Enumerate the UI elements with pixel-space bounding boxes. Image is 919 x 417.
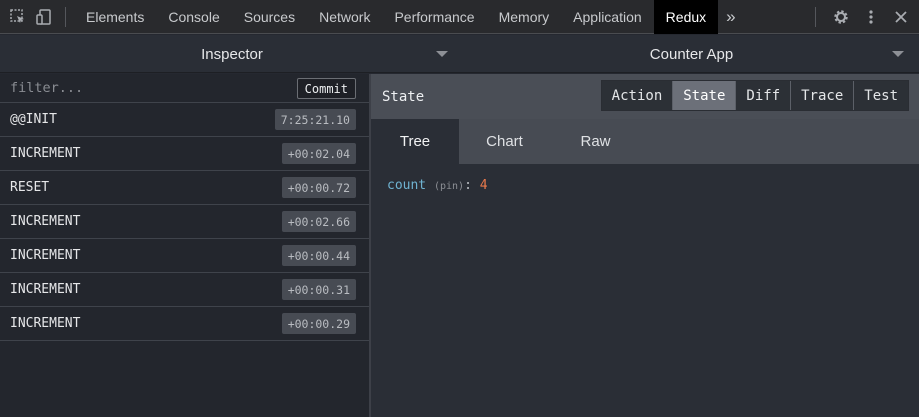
instance-selector-label: Counter App [649, 45, 734, 63]
action-timestamp: +00:00.44 [281, 245, 356, 266]
close-icon[interactable] [890, 6, 912, 28]
more-vertical-icon[interactable] [860, 6, 882, 28]
monitor-selector[interactable]: Inspector [0, 35, 464, 73]
devtools-tab-console[interactable]: Console [156, 0, 231, 34]
tab-test[interactable]: Test [853, 81, 908, 110]
action-name: RESET [10, 180, 50, 195]
devtools-tab-performance[interactable]: Performance [382, 0, 486, 34]
monitor-pane: State Action State Diff Trace Test Tree … [371, 74, 919, 417]
monitor-tab-group: Action State Diff Trace Test [600, 80, 909, 111]
instance-selector-row: Inspector Counter App [0, 35, 919, 73]
devtools-tab-redux[interactable]: Redux [653, 0, 719, 34]
action-list-item[interactable]: RESET +00:00.72 [0, 171, 369, 205]
monitor-header: State Action State Diff Trace Test [371, 74, 919, 119]
action-list-item[interactable]: INCREMENT +00:02.04 [0, 137, 369, 171]
subtab-raw[interactable]: Raw [550, 119, 641, 164]
action-name: INCREMENT [10, 248, 81, 263]
devtools-tab-memory[interactable]: Memory [487, 0, 562, 34]
tree-colon: : [464, 178, 472, 193]
tab-state[interactable]: State [672, 81, 736, 110]
instance-selector[interactable]: Counter App [464, 35, 919, 73]
action-timestamp: 7:25:21.10 [274, 109, 356, 130]
devtools-tab-application[interactable]: Application [561, 0, 654, 34]
monitor-selector-label: Inspector [201, 45, 263, 63]
monitor-title: State [382, 88, 425, 105]
view-subtabs: Tree Chart Raw [371, 119, 919, 164]
action-name: INCREMENT [10, 214, 81, 229]
action-filter-input[interactable] [0, 74, 290, 102]
action-timestamp: +00:00.29 [281, 313, 356, 334]
action-timestamp: +00:00.72 [281, 177, 356, 198]
action-name: INCREMENT [10, 316, 81, 331]
tab-action[interactable]: Action [602, 81, 673, 110]
action-list-pane: Commit @@INIT 7:25:21.10 INCREMENT +00:0… [0, 74, 369, 417]
commit-button[interactable]: Commit [296, 78, 356, 99]
tab-trace[interactable]: Trace [790, 81, 853, 110]
subtab-chart[interactable]: Chart [459, 119, 550, 164]
more-tabs-button[interactable]: » [718, 0, 743, 34]
settings-gear-icon[interactable] [830, 6, 852, 28]
toolbar-divider [815, 7, 816, 27]
action-timestamp: +00:02.66 [281, 211, 356, 232]
devtools-tab-bar: Elements Console Sources Network Perform… [0, 0, 919, 34]
action-list-item[interactable]: INCREMENT +00:02.66 [0, 205, 369, 239]
devtools-tab-network[interactable]: Network [307, 0, 382, 34]
chevron-down-icon [436, 51, 448, 57]
action-name: INCREMENT [10, 282, 81, 297]
action-timestamp: +00:02.04 [281, 143, 356, 164]
tab-diff[interactable]: Diff [735, 81, 790, 110]
devtools-tab-elements[interactable]: Elements [74, 0, 156, 34]
device-toolbar-icon[interactable] [33, 6, 55, 28]
action-list-item[interactable]: INCREMENT +00:00.29 [0, 307, 369, 341]
tree-key[interactable]: count [387, 178, 426, 193]
pin-button[interactable]: (pin) [434, 181, 464, 192]
inspect-element-icon[interactable] [7, 6, 29, 28]
devtools-right-controls [807, 0, 919, 34]
action-list-item[interactable]: @@INIT 7:25:21.10 [0, 103, 369, 137]
toolbar-divider [65, 6, 66, 27]
subtab-tree[interactable]: Tree [371, 119, 459, 164]
action-list-item[interactable]: INCREMENT +00:00.31 [0, 273, 369, 307]
tree-value: 4 [479, 178, 488, 193]
action-list-item[interactable]: INCREMENT +00:00.44 [0, 239, 369, 273]
state-tree: count (pin): 4 [371, 164, 919, 193]
action-name: INCREMENT [10, 146, 81, 161]
action-filter-row: Commit [0, 74, 369, 103]
chevron-down-icon [892, 51, 904, 57]
devtools-tab-sources[interactable]: Sources [232, 0, 307, 34]
action-timestamp: +00:00.31 [281, 279, 356, 300]
action-name: @@INIT [10, 112, 57, 127]
